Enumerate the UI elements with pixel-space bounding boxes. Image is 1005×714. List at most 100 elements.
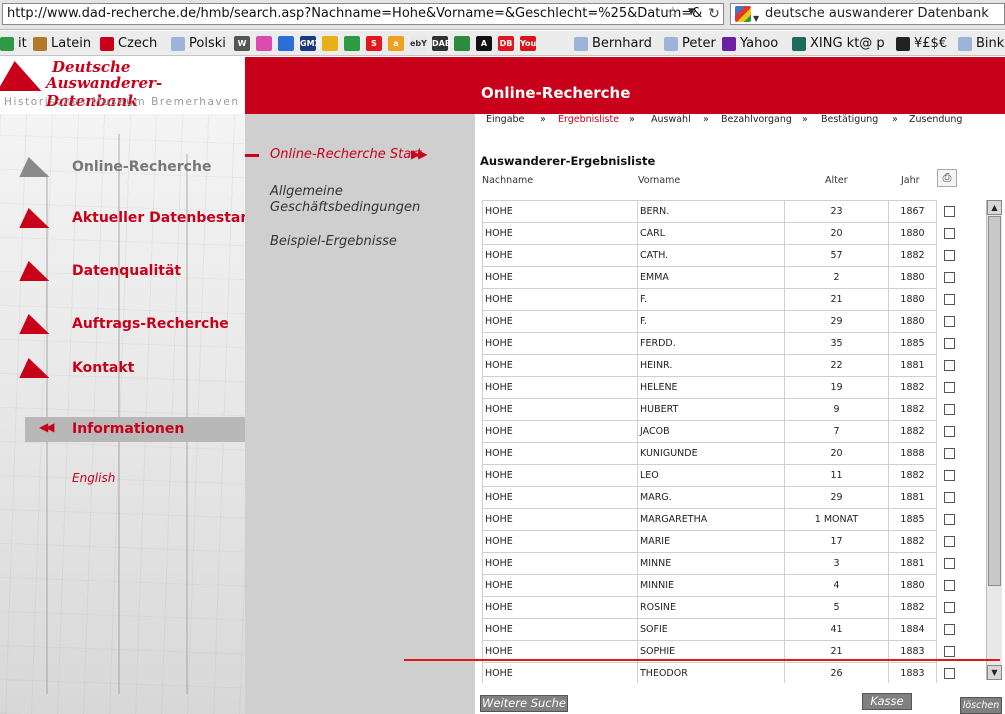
cell-lastname: HOHE — [482, 596, 638, 619]
select-checkbox[interactable] — [944, 426, 955, 437]
scroll-up-icon[interactable]: ▲ — [987, 200, 1002, 215]
address-bar[interactable]: http://www.dad-recherche.de/hmb/search.a… — [2, 3, 724, 25]
nav-item-datenqualit-t[interactable]: Datenqualität — [19, 261, 244, 287]
bookmark-czech[interactable]: Czech — [100, 35, 157, 53]
bookmark-icon-button[interactable]: S — [366, 36, 382, 51]
bookmark-xing-kt-p[interactable]: XING kt@ p — [792, 35, 885, 53]
bookmark-icon-button[interactable]: DAB — [432, 36, 451, 51]
bookmark-it[interactable]: it — [0, 35, 27, 53]
logo-tagline: Historisches Museum Bremerhaven — [4, 96, 240, 108]
bookmark-icon-button[interactable]: A — [476, 36, 492, 51]
select-checkbox[interactable] — [944, 668, 956, 679]
table-row: HOHE KUNIGUNDE 20 1888 — [482, 442, 963, 465]
cell-lastname: HOHE — [482, 464, 638, 487]
bookmark-icon-button[interactable] — [256, 36, 272, 51]
reload-icon[interactable]: ↻ — [704, 4, 724, 24]
bookmark-latein[interactable]: Latein — [33, 35, 91, 53]
bookmark-label: it — [18, 36, 27, 51]
site-page: Deutsche Auswanderer-Datenbank Historisc… — [0, 57, 1005, 714]
table-row: HOHE ROSINE 5 1882 — [482, 596, 963, 619]
bookmark-polski[interactable]: Polski — [171, 35, 226, 53]
step-eingabe: Eingabe — [486, 114, 525, 125]
cell-firstname: EMMA — [637, 266, 785, 289]
select-checkbox[interactable] — [944, 316, 955, 327]
nav-item-online-recherche[interactable]: Online-Recherche — [19, 157, 244, 183]
site-logo[interactable]: Deutsche Auswanderer-Datenbank Historisc… — [0, 57, 245, 114]
double-arrow-right-icon: ▶▶ — [411, 147, 428, 161]
select-checkbox[interactable] — [944, 602, 955, 613]
google-icon[interactable] — [735, 6, 751, 22]
results-scrollbar[interactable]: ▲ ▼ — [986, 200, 1002, 680]
step-auswahl: Auswahl — [651, 114, 691, 125]
bookmark-star-icon[interactable]: ☆ — [666, 3, 679, 21]
select-checkbox[interactable] — [944, 206, 955, 217]
cell-age: 9 — [784, 398, 889, 421]
bookmark-icon-button[interactable] — [454, 36, 470, 51]
bookmark-icon-button[interactable]: DB — [498, 36, 514, 51]
nav-item-label: Auftrags-Recherche — [72, 316, 229, 332]
page-icon — [664, 36, 678, 51]
nav-item-auftrags-recherche[interactable]: Auftrags-Recherche — [19, 314, 244, 340]
new-search-button[interactable]: Weitere Suche — [480, 695, 568, 712]
cell-select — [937, 399, 963, 421]
select-checkbox[interactable] — [944, 646, 955, 657]
scroll-down-icon[interactable]: ▼ — [987, 665, 1002, 680]
select-checkbox[interactable] — [944, 228, 955, 239]
delete-button[interactable]: löschen — [960, 697, 1002, 714]
select-checkbox[interactable] — [944, 580, 955, 591]
cell-select — [937, 267, 963, 289]
bookmark-icon-button[interactable]: You — [520, 36, 536, 51]
cell-age: 20 — [784, 222, 889, 245]
bookmark-icon-button[interactable]: a — [388, 36, 404, 51]
cell-year: 1881 — [888, 354, 937, 377]
select-checkbox[interactable] — [944, 558, 955, 569]
select-checkbox[interactable] — [944, 250, 955, 261]
select-checkbox[interactable] — [944, 470, 955, 481]
bookmark-icon-button[interactable] — [278, 36, 294, 51]
double-arrow-left-icon: ◀◀ — [39, 420, 55, 434]
bookmark-bink[interactable]: Bink — [958, 35, 1004, 53]
nav-triangle-icon — [19, 157, 59, 177]
url-dropdown-icon[interactable]: ▼ — [688, 7, 695, 17]
bookmark-icon-button[interactable]: W — [234, 36, 250, 51]
select-checkbox[interactable] — [944, 492, 955, 503]
search-engine-dropdown-icon[interactable]: ▼ — [753, 9, 759, 24]
nav-triangle-icon — [19, 208, 59, 228]
bookmark-icon-button[interactable] — [344, 36, 360, 51]
table-row: HOHE MINNIE 4 1880 — [482, 574, 963, 597]
scroll-thumb[interactable] — [988, 216, 1001, 586]
browser-toolbar: http://www.dad-recherche.de/hmb/search.a… — [0, 0, 1005, 30]
nav-item-kontakt[interactable]: Kontakt — [19, 358, 244, 384]
bookmark-icon-button[interactable] — [322, 36, 338, 51]
cell-age: 11 — [784, 464, 889, 487]
print-button[interactable]: ⎙ — [937, 169, 957, 187]
nav-item-aktueller-datenbestand[interactable]: Aktueller Datenbestand — [19, 208, 260, 234]
browser-search-input[interactable]: ▼ deutsche auswanderer Datenbank — [730, 3, 1005, 25]
select-checkbox[interactable] — [944, 404, 955, 415]
select-checkbox[interactable] — [944, 294, 955, 305]
submenu-item-examples[interactable]: Beispiel-Ergebnisse — [270, 234, 397, 250]
select-checkbox[interactable] — [944, 536, 955, 547]
cell-age: 26 — [784, 662, 889, 683]
table-row: HOHE BERN. 23 1867 — [482, 200, 963, 223]
submenu-item-agb[interactable]: Allgemeine Geschäftsbedingungen — [270, 184, 420, 216]
select-checkbox[interactable] — [944, 338, 955, 349]
bookmark-[interactable]: ¥£$€ — [896, 35, 947, 53]
submenu-item-start[interactable]: Online-Recherche Start — [270, 147, 422, 162]
bookmark-bernhard[interactable]: Bernhard — [574, 35, 652, 53]
bookmark-yahoo[interactable]: Yahoo — [722, 35, 778, 53]
cell-select — [937, 355, 963, 377]
bookmark-icon-button[interactable]: GMX — [300, 36, 321, 51]
select-checkbox[interactable] — [944, 360, 955, 371]
english-language-link[interactable]: English — [72, 471, 115, 485]
cell-age: 21 — [784, 288, 889, 311]
bookmark-icon-button[interactable]: ebY — [410, 36, 427, 51]
select-checkbox[interactable] — [944, 382, 955, 393]
select-checkbox[interactable] — [944, 624, 955, 635]
select-checkbox[interactable] — [944, 272, 955, 283]
checkout-button[interactable]: Kasse — [862, 693, 912, 710]
select-checkbox[interactable] — [944, 514, 955, 525]
bookmark-peter[interactable]: Peter — [664, 35, 716, 53]
select-checkbox[interactable] — [944, 448, 955, 459]
nav-item-informationen[interactable]: ◀◀ Informationen — [25, 417, 245, 442]
